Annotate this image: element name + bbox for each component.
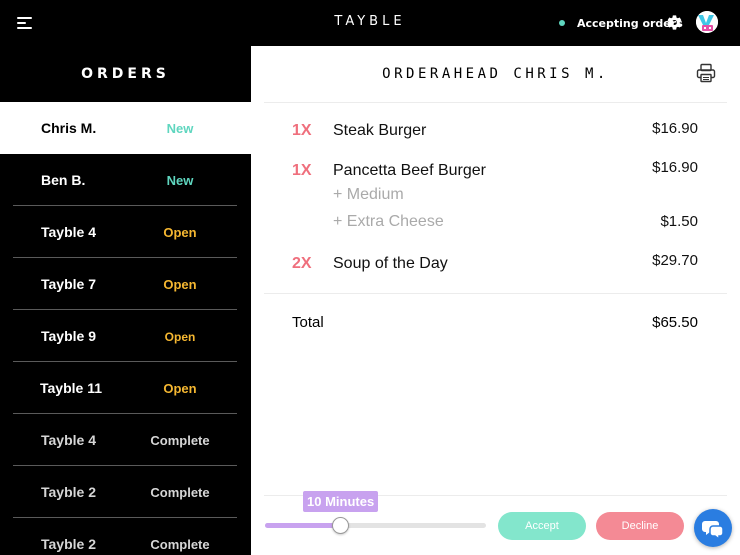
- item-price: $16.90: [652, 159, 698, 176]
- chat-icon: [702, 521, 724, 541]
- prep-time-slider[interactable]: [265, 523, 486, 528]
- order-status: Open: [163, 381, 197, 396]
- order-status: New: [166, 173, 194, 188]
- order-name: Tayble 7: [41, 276, 96, 292]
- accept-button[interactable]: Accept: [498, 512, 586, 540]
- status-dot: [559, 20, 565, 26]
- order-name: Tayble 11: [40, 380, 103, 396]
- item-quantity: 1X: [292, 122, 312, 139]
- order-name: Chris M.: [41, 120, 97, 136]
- item-modifier: + Medium: [333, 186, 404, 203]
- order-status: Complete: [150, 537, 210, 552]
- item-price: $16.90: [652, 120, 698, 137]
- slider-fill: [265, 523, 341, 528]
- gear-icon[interactable]: [666, 14, 683, 31]
- order-item-tayble-4[interactable]: Tayble 4 Open: [0, 206, 251, 258]
- divider: [264, 293, 727, 294]
- order-status: Complete: [150, 433, 210, 448]
- item-quantity: 2X: [292, 255, 312, 272]
- order-status: Open: [163, 225, 197, 240]
- order-status: New: [166, 121, 194, 136]
- order-item-tayble-11[interactable]: Tayble 11 Open: [0, 362, 251, 414]
- order-status: Complete: [150, 485, 210, 500]
- order-status: Open: [164, 330, 196, 344]
- order-name: Ben B.: [41, 172, 86, 188]
- total-value: $65.50: [652, 314, 698, 331]
- divider: [264, 102, 727, 103]
- order-name: Tayble 2: [41, 536, 96, 552]
- order-item-tayble-4-complete[interactable]: Tayble 4 Complete: [0, 414, 251, 466]
- order-title: ORDERAHEAD CHRIS M.: [382, 66, 609, 82]
- order-item-tayble-9[interactable]: Tayble 9 Open: [0, 310, 251, 362]
- item-modifier: + Extra Cheese: [333, 213, 444, 230]
- order-name: Tayble 9: [41, 328, 96, 344]
- total-label: Total: [292, 314, 324, 331]
- order-item-ben-b[interactable]: Ben B. New: [0, 154, 251, 206]
- order-name: Tayble 4: [41, 224, 96, 240]
- order-item-tayble-2-complete[interactable]: Tayble 2 Complete: [0, 466, 251, 518]
- printer-icon[interactable]: [696, 63, 716, 83]
- order-item-tayble-7[interactable]: Tayble 7 Open: [0, 258, 251, 310]
- order-name: Tayble 2: [41, 484, 96, 500]
- orders-title: ORDERS: [81, 66, 170, 82]
- order-detail-panel: ORDERAHEAD CHRIS M. 1X Steak Burger $16.…: [251, 46, 740, 555]
- chat-button[interactable]: [694, 509, 732, 547]
- slider-thumb[interactable]: [331, 517, 349, 534]
- order-list: Chris M. New Ben B. New Tayble 4 Open Ta…: [0, 102, 251, 555]
- order-status: Open: [163, 277, 197, 292]
- orders-sidebar: ORDERS Chris M. New Ben B. New Tayble 4 …: [0, 46, 251, 555]
- prep-time-tooltip: 10 Minutes: [303, 491, 379, 512]
- decline-button[interactable]: Decline: [596, 512, 684, 540]
- modifier-price: $1.50: [660, 213, 698, 230]
- item-price: $29.70: [652, 252, 698, 269]
- item-quantity: 1X: [292, 162, 312, 179]
- item-name: Steak Burger: [333, 122, 427, 139]
- top-bar: TAYBLE Accepting orders: [0, 0, 740, 46]
- avatar[interactable]: [696, 11, 718, 33]
- item-name: Pancetta Beef Burger: [333, 162, 486, 179]
- order-item-tayble-2-complete-2[interactable]: Tayble 2 Complete: [0, 518, 251, 555]
- order-item-chris-m[interactable]: Chris M. New: [0, 102, 251, 154]
- order-name: Tayble 4: [41, 432, 96, 448]
- item-name: Soup of the Day: [333, 255, 448, 272]
